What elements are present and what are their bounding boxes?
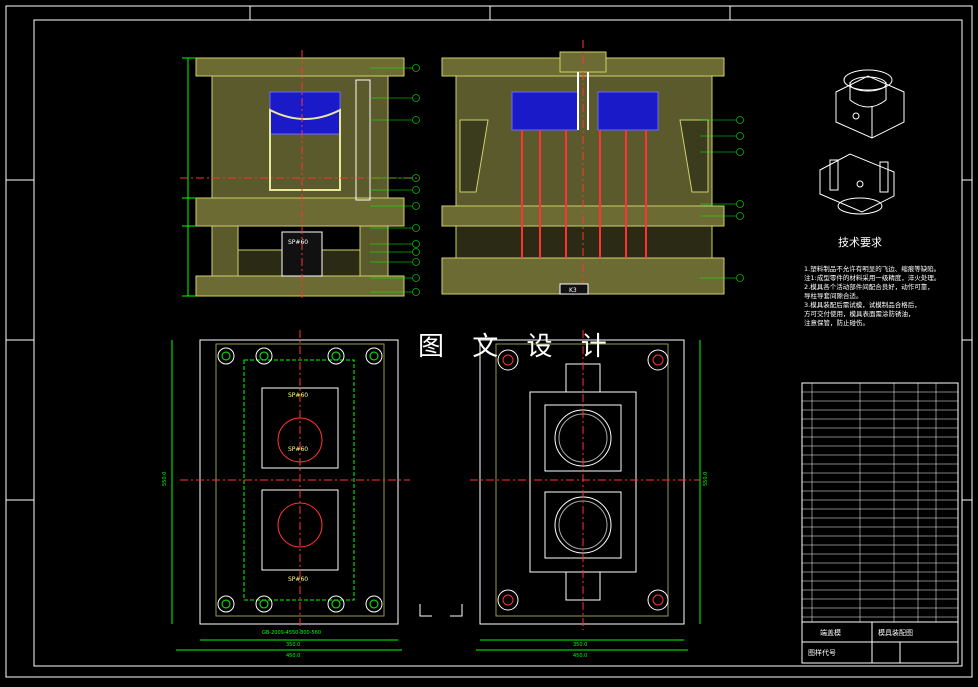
cavity-insert-left	[269, 91, 341, 135]
cad-drawing-canvas: SP#60 K3 SP#60 SP#60 SP#60 GB-2009-4550-…	[0, 0, 978, 683]
callout-balloon	[736, 274, 744, 282]
note-line: 导柱导套间隙合适。	[804, 292, 863, 300]
part-3d-view-bottom	[819, 153, 895, 215]
guide-hole-inner	[369, 599, 379, 609]
guide-hole	[217, 347, 235, 365]
dim-left-side: 550.0	[162, 472, 168, 486]
callout-balloon	[736, 212, 744, 220]
guide-hole-inner	[331, 351, 341, 361]
cavity-insert-right-a	[511, 91, 579, 131]
callout-balloon	[412, 224, 420, 232]
technical-requirements-notes: 1.塑料制品不允许有明显的飞边、缩痕等缺陷。 注1:成型零件的材料采用一级精度，…	[804, 265, 954, 328]
spec-note-left: GB-2009-4550-800-560	[262, 630, 321, 636]
cavity-insert-right-b	[597, 91, 659, 131]
guide-hole-inner	[259, 351, 269, 361]
label-sp-plan-2: SP#60	[288, 446, 308, 453]
callout-balloon	[412, 288, 420, 296]
guide-hole-inner	[652, 354, 664, 366]
guide-hole-inner	[259, 599, 269, 609]
dim-right-side: 550.0	[703, 472, 709, 486]
callout-balloon	[412, 240, 420, 248]
callout-balloon	[412, 248, 420, 256]
part-3d-view-top	[835, 69, 905, 139]
callout-balloon	[412, 116, 420, 124]
callout-balloon	[736, 200, 744, 208]
dim-right-bottom: 450.0	[573, 653, 587, 659]
guide-hole	[255, 347, 273, 365]
note-line: 注意保管，防止碰伤。	[804, 319, 869, 327]
callout-balloon	[412, 186, 420, 194]
dim-right-mid: 350.0	[573, 642, 587, 648]
watermark-text: 图 文 设 计	[418, 332, 617, 362]
dim-left-bottom: 450.0	[286, 653, 300, 659]
guide-hole-inner	[221, 599, 231, 609]
callout-balloon	[412, 258, 420, 266]
guide-hole	[365, 595, 383, 613]
label-sp-plan-3: SP#60	[288, 576, 308, 583]
bom-table	[802, 383, 958, 622]
guide-hole-inner	[331, 599, 341, 609]
dim-left-mid: 350.0	[286, 642, 300, 648]
title-block-code: 图样代号	[808, 649, 836, 657]
callout-balloon	[412, 64, 420, 72]
guide-hole	[365, 347, 383, 365]
guide-hole	[497, 589, 519, 611]
callout-balloon	[412, 94, 420, 102]
guide-hole-inner	[652, 594, 664, 606]
guide-hole	[217, 595, 235, 613]
note-line: 1.塑料制品不允许有明显的飞边、缩痕等缺陷。	[804, 265, 941, 273]
title-block-name: 模具装配图	[878, 629, 913, 637]
section-view-right: K3	[441, 40, 725, 296]
label-sp-left: SP#60	[288, 239, 308, 246]
label-sp-plan-1: SP#60	[288, 392, 308, 399]
guide-hole-inner	[369, 351, 379, 361]
technical-requirements-title: 技术要求	[838, 236, 882, 249]
guide-hole	[647, 349, 669, 371]
title-block	[801, 382, 959, 664]
label-k-right: K3	[569, 287, 577, 294]
title-block-title: 端盖模	[820, 629, 841, 637]
note-line: 方可交付使用，模具表面需涂防锈油，	[804, 310, 915, 318]
note-line: 2.模具各个活动部件间配合良好，动作可靠，	[804, 283, 934, 291]
plan-view-left: SP#60 SP#60 SP#60 GB-2009-4550-800-560 3…	[162, 330, 410, 659]
guide-hole	[255, 595, 273, 613]
callout-balloon	[736, 148, 744, 156]
guide-hole-inner	[221, 351, 231, 361]
guide-hole-inner	[502, 594, 514, 606]
guide-hole	[327, 347, 345, 365]
guide-hole	[327, 595, 345, 613]
note-line: 3.模具装配后需试模，试模制品合格后，	[804, 301, 921, 309]
callout-balloon	[412, 274, 420, 282]
section-view-left: SP#60	[180, 50, 420, 300]
callout-balloon	[736, 116, 744, 124]
callout-balloon	[736, 132, 744, 140]
plan-view-right: 350.0 450.0 550.0	[419, 330, 709, 659]
callout-balloon	[412, 202, 420, 210]
guide-hole	[647, 589, 669, 611]
note-line: 注1:成型零件的材料采用一级精度，淬火处理。	[804, 274, 941, 282]
